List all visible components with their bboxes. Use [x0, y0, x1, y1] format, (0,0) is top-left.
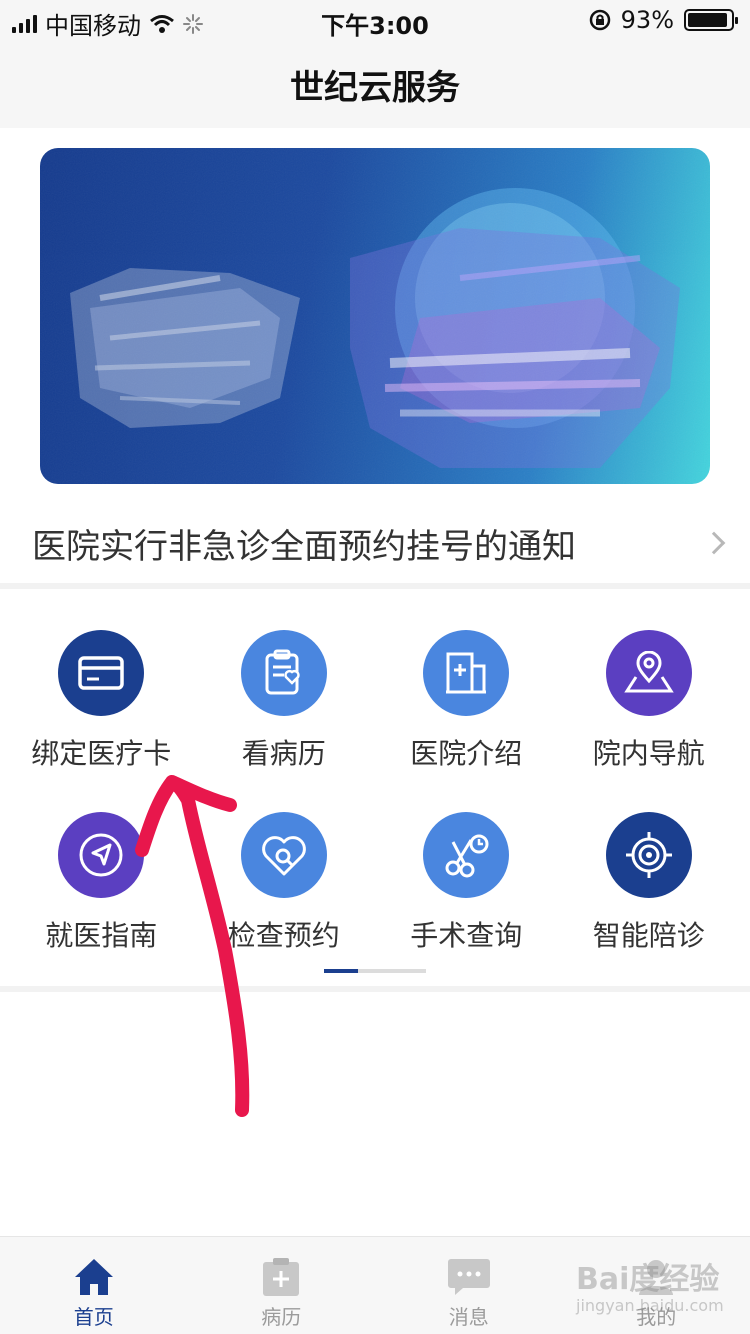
service-label: 智能陪诊 — [592, 919, 705, 952]
battery-level — [688, 13, 728, 27]
status-right: 93% — [589, 6, 738, 34]
medical-record-icon — [240, 630, 327, 716]
service-label: 医院介绍 — [410, 737, 523, 770]
service-medical-record[interactable]: 看病历 — [193, 630, 376, 812]
service-grid: 绑定医疗卡 看病历 医院介绍 院内导航 就医指南 检查预约 手术查询 智能陪诊 — [10, 630, 740, 994]
watermark-logo: Bai度经验 — [576, 1262, 720, 1297]
surgery-scissors-icon — [423, 812, 510, 898]
service-label: 绑定医疗卡 — [31, 737, 172, 770]
chevron-right-icon — [702, 531, 726, 555]
tab-records[interactable]: 病历 — [188, 1237, 376, 1334]
banner-carousel[interactable] — [40, 148, 710, 484]
status-bar: 中国移动 下午3:00 93% — [0, 0, 750, 40]
service-label: 看病历 — [241, 737, 326, 770]
battery-percent: 93% — [620, 6, 674, 34]
page-indicator — [324, 969, 426, 973]
tab-home[interactable]: 首页 — [0, 1237, 188, 1334]
hospital-building-icon — [423, 630, 510, 716]
banner-artwork — [40, 148, 710, 484]
page-title: 世纪云服务 — [290, 67, 460, 108]
section-divider — [0, 583, 750, 589]
notice-text: 医院实行非急诊全面预约挂号的通知 — [32, 526, 576, 567]
service-smart-companion[interactable]: 智能陪诊 — [558, 812, 741, 994]
message-icon — [447, 1259, 490, 1295]
service-label: 院内导航 — [592, 737, 705, 770]
notice-row[interactable]: 医院实行非急诊全面预约挂号的通知 — [0, 500, 750, 586]
tab-label: 消息 — [448, 1305, 489, 1329]
service-label: 就医指南 — [45, 919, 158, 952]
home-icon — [74, 1259, 113, 1295]
card-icon — [58, 630, 145, 716]
page-indicator-active — [324, 969, 358, 973]
service-label: 手术查询 — [410, 919, 523, 952]
section-divider — [0, 986, 750, 992]
heart-search-icon — [240, 812, 327, 898]
tab-messages[interactable]: 消息 — [375, 1237, 563, 1334]
service-label: 检查预约 — [227, 919, 340, 952]
service-exam-booking[interactable]: 检查预约 — [193, 812, 376, 994]
target-icon — [605, 812, 692, 898]
nav-bar: 世纪云服务 — [0, 40, 750, 128]
battery-icon — [684, 9, 738, 31]
tab-label: 首页 — [73, 1305, 114, 1329]
page-indicator-inactive — [358, 969, 426, 973]
service-guide[interactable]: 就医指南 — [10, 812, 193, 994]
clipboard-icon — [263, 1258, 300, 1296]
rotation-lock-icon — [589, 9, 610, 31]
map-pin-icon — [605, 630, 692, 716]
service-bind-card[interactable]: 绑定医疗卡 — [10, 630, 193, 812]
service-indoor-nav[interactable]: 院内导航 — [558, 630, 741, 812]
compass-arrow-icon — [58, 812, 145, 898]
watermark-url: jingyan.baidu.com — [576, 1296, 724, 1315]
service-surgery-query[interactable]: 手术查询 — [375, 812, 558, 994]
tab-label: 病历 — [261, 1305, 302, 1329]
service-hospital-intro[interactable]: 医院介绍 — [375, 630, 558, 812]
